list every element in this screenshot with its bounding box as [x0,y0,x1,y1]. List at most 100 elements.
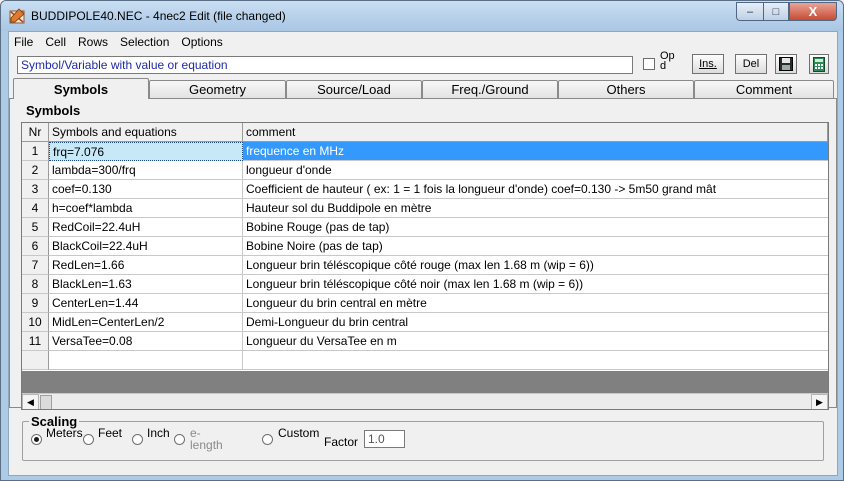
insert-button[interactable]: Ins. [692,54,724,74]
symbol-cell[interactable]: VersaTee=0.08 [49,332,243,351]
table-row[interactable]: 8 BlackLen=1.63 Longueur brin téléscopiq… [22,275,828,294]
symbols-grid[interactable]: Nr Symbols and equations comment 1 frq=7… [21,122,829,410]
row-number[interactable]: 10 [22,313,49,332]
menu-rows[interactable]: Rows [78,35,108,49]
row-number[interactable]: 11 [22,332,49,351]
tab-comment[interactable]: Comment [694,80,834,98]
close-button[interactable]: X [789,2,837,21]
calculator-button[interactable] [809,54,829,74]
minimize-button[interactable]: – [736,2,763,21]
radio-meters-label: Meters [46,426,83,440]
menu-file[interactable]: File [14,35,33,49]
row-number[interactable]: 4 [22,199,49,218]
table-row[interactable]: 2 lambda=300/frq longueur d'onde [22,161,828,180]
comment-cell[interactable]: Longueur du VersaTee en m [243,332,828,351]
radio-e-length[interactable] [174,434,185,445]
menu-cell[interactable]: Cell [45,35,66,49]
maximize-button[interactable]: □ [763,2,789,21]
column-header-comment[interactable]: comment [243,123,828,142]
row-number[interactable]: 6 [22,237,49,256]
tab-freq-ground[interactable]: Freq./Ground [422,80,558,98]
row-number[interactable]: 9 [22,294,49,313]
app-window: BUDDIPOLE40.NEC - 4nec2 Edit (file chang… [0,0,844,481]
horizontal-scrollbar[interactable]: ◀ ▶ [22,393,828,409]
symbol-cell[interactable]: BlackLen=1.63 [49,275,243,294]
table-row[interactable]: 7 RedLen=1.66 Longueur brin téléscopique… [22,256,828,275]
panel-title: Symbols [26,103,81,118]
save-button[interactable] [775,54,797,74]
symbol-cell[interactable]: lambda=300/frq [49,161,243,180]
tab-symbols[interactable]: Symbols [13,78,149,99]
comment-cell[interactable]: Longueur du brin central en mètre [243,294,828,313]
window-title: BUDDIPOLE40.NEC - 4nec2 Edit (file chang… [31,9,286,23]
symbol-cell[interactable]: RedCoil=22.4uH [49,218,243,237]
option-checkbox[interactable] [643,58,655,70]
symbol-cell[interactable] [49,351,243,370]
comment-cell[interactable]: longueur d'onde [243,161,828,180]
table-row[interactable]: 9 CenterLen=1.44 Longueur du brin centra… [22,294,828,313]
cell-edit-line[interactable]: Symbol/Variable with value or equation [17,56,633,74]
symbol-cell[interactable]: frq=7.076 [49,142,243,161]
table-header: Nr Symbols and equations comment [22,123,828,142]
comment-cell[interactable]: Bobine Rouge (pas de tap) [243,218,828,237]
comment-cell[interactable]: Hauteur sol du Buddipole en mètre [243,199,828,218]
table-row[interactable]: 10 MidLen=CenterLen/2 Demi-Longueur du b… [22,313,828,332]
comment-cell[interactable]: Coefficient de hauteur ( ex: 1 = 1 fois … [243,180,828,199]
row-number[interactable]: 3 [22,180,49,199]
radio-inch-label: Inch [147,426,170,440]
calculator-icon [813,56,825,72]
symbol-cell[interactable]: coef=0.130 [49,180,243,199]
row-number[interactable]: 2 [22,161,49,180]
scrollbar-thumb[interactable] [40,395,52,409]
radio-custom[interactable] [262,434,273,445]
comment-cell[interactable]: Longueur brin téléscopique côté rouge (m… [243,256,828,275]
symbol-cell[interactable]: CenterLen=1.44 [49,294,243,313]
symbols-panel: Symbols Nr Symbols and equations comment… [9,98,837,410]
row-number[interactable]: 8 [22,275,49,294]
table-row[interactable]: 11 VersaTee=0.08 Longueur du VersaTee en… [22,332,828,351]
table-row-empty[interactable] [22,351,828,370]
comment-cell[interactable] [243,351,828,370]
symbol-cell[interactable]: MidLen=CenterLen/2 [49,313,243,332]
scroll-left-icon[interactable]: ◀ [22,394,39,409]
option-checkbox-label: Op d [660,50,675,72]
delete-button[interactable]: Del [735,54,767,74]
radio-feet-label: Feet [98,426,123,440]
table-row[interactable]: 1 frq=7.076 frequence en MHz [22,142,828,161]
radio-inch[interactable] [132,434,143,445]
row-number[interactable]: 1 [22,142,49,161]
symbol-cell[interactable]: h=coef*lambda [49,199,243,218]
factor-input[interactable]: 1.0 [364,430,405,448]
row-number[interactable] [22,351,49,370]
table-row[interactable]: 4 h=coef*lambda Hauteur sol du Buddipole… [22,199,828,218]
comment-cell[interactable]: Demi-Longueur du brin central [243,313,828,332]
grid-empty-area [22,371,828,393]
symbol-cell[interactable]: BlackCoil=22.4uH [49,237,243,256]
tab-source-load[interactable]: Source/Load [286,80,422,98]
menu-bar: File Cell Rows Selection Options [9,32,837,52]
table-row[interactable]: 3 coef=0.130 Coefficient de hauteur ( ex… [22,180,828,199]
title-bar[interactable]: BUDDIPOLE40.NEC - 4nec2 Edit (file chang… [1,1,843,31]
row-number[interactable]: 5 [22,218,49,237]
radio-feet[interactable] [83,434,94,445]
comment-cell[interactable]: frequence en MHz [243,142,828,161]
table-row[interactable]: 5 RedCoil=22.4uH Bobine Rouge (pas de ta… [22,218,828,237]
factor-label: Factor [324,435,359,449]
floppy-disk-icon [779,57,793,71]
table-row[interactable]: 6 BlackCoil=22.4uH Bobine Noire (pas de … [22,237,828,256]
comment-cell[interactable]: Bobine Noire (pas de tap) [243,237,828,256]
client-area: File Cell Rows Selection Options Symbol/… [8,31,838,476]
comment-cell[interactable]: Longueur brin téléscopique côté noir (ma… [243,275,828,294]
row-number[interactable]: 7 [22,256,49,275]
tab-strip: Symbols Geometry Source/Load Freq./Groun… [9,78,837,99]
tab-geometry[interactable]: Geometry [149,80,286,98]
menu-selection[interactable]: Selection [120,35,169,49]
radio-meters[interactable] [31,434,42,445]
tab-others[interactable]: Others [558,80,694,98]
menu-options[interactable]: Options [181,35,222,49]
radio-custom-label: Custom [278,426,320,440]
column-header-symbols[interactable]: Symbols and equations [49,123,243,142]
symbol-cell[interactable]: RedLen=1.66 [49,256,243,275]
column-header-nr[interactable]: Nr [22,123,49,142]
scroll-right-icon[interactable]: ▶ [811,394,828,409]
